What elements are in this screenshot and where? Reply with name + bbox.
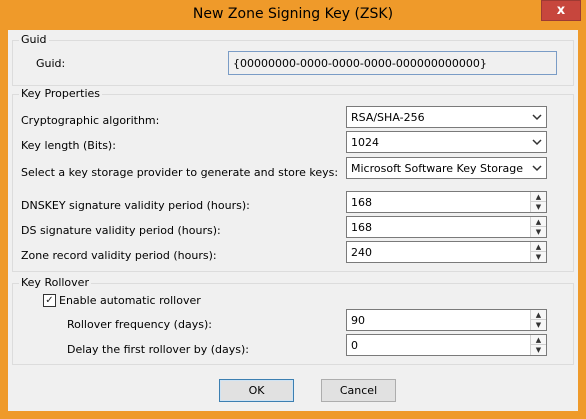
spin-down-icon[interactable]: ▼ [531,345,546,355]
chevron-down-icon [532,114,542,121]
spin-down-icon[interactable]: ▼ [531,320,546,330]
rollover-frequency-value: 90 [351,314,365,327]
guid-label: Guid: [36,57,66,70]
frequency-spin-buttons: ▲ ▼ [530,310,546,330]
zone-validity-label: Zone record validity period (hours): [21,249,217,262]
ds-validity-label: DS signature validity period (hours): [21,224,221,237]
spin-up-icon[interactable]: ▲ [531,192,546,202]
zone-validity-value: 240 [351,246,372,259]
key-rollover-label: Key Rollover [19,276,91,289]
rollover-frequency-label: Rollover frequency (days): [67,318,212,331]
checkmark-icon: ✓ [45,295,54,306]
ok-button[interactable]: OK [219,379,294,402]
ds-spin-buttons: ▲ ▼ [530,217,546,237]
provider-label: Select a key storage provider to generat… [21,166,339,179]
rollover-delay-label: Delay the first rollover by (days): [67,343,249,356]
zone-spin-buttons: ▲ ▼ [530,242,546,262]
key-length-select[interactable]: 1024 [346,131,547,153]
guid-value: {00000000-0000-0000-0000-000000000000} [233,57,487,70]
guid-group-label: Guid [19,33,49,46]
guid-field[interactable]: {00000000-0000-0000-0000-000000000000} [228,51,557,75]
close-icon: x [556,3,566,18]
guid-group: Guid Guid: {00000000-0000-0000-0000-0000… [12,33,574,86]
ds-validity-spinner[interactable]: 168 ▲ ▼ [346,216,547,238]
rollover-delay-spinner[interactable]: 0 ▲ ▼ [346,334,547,356]
chevron-down-icon [532,165,542,172]
spin-up-icon[interactable]: ▲ [531,217,546,227]
provider-value: Microsoft Software Key Storage Prov [351,162,526,175]
key-properties-label: Key Properties [19,87,103,100]
algorithm-label: Cryptographic algorithm: [21,114,160,127]
rollover-frequency-spinner[interactable]: 90 ▲ ▼ [346,309,547,331]
dnskey-validity-label: DNSKEY signature validity period (hours)… [21,199,250,212]
dialog-client-area: Guid Guid: {00000000-0000-0000-0000-0000… [8,30,578,411]
dnskey-validity-spinner[interactable]: 168 ▲ ▼ [346,191,547,213]
dnskey-validity-value: 168 [351,196,372,209]
delay-spin-buttons: ▲ ▼ [530,335,546,355]
key-length-value: 1024 [351,136,379,149]
key-length-label: Key length (Bits): [21,139,116,152]
spin-up-icon[interactable]: ▲ [531,335,546,345]
enable-rollover-checkbox[interactable]: ✓ [43,294,56,307]
algorithm-value: RSA/SHA-256 [351,111,425,124]
key-rollover-group: Key Rollover ✓ Enable automatic rollover… [12,276,574,365]
spin-up-icon[interactable]: ▲ [531,242,546,252]
spin-up-icon[interactable]: ▲ [531,310,546,320]
algorithm-select[interactable]: RSA/SHA-256 [346,106,547,128]
enable-rollover-label[interactable]: Enable automatic rollover [59,294,201,307]
dnskey-spin-buttons: ▲ ▼ [530,192,546,212]
zone-validity-spinner[interactable]: 240 ▲ ▼ [346,241,547,263]
provider-select[interactable]: Microsoft Software Key Storage Prov [346,157,547,179]
title-bar[interactable]: New Zone Signing Key (ZSK) x [0,0,586,30]
spin-down-icon[interactable]: ▼ [531,227,546,237]
window-title: New Zone Signing Key (ZSK) [192,6,394,22]
chevron-down-icon [532,139,542,146]
rollover-delay-value: 0 [351,339,358,352]
cancel-button[interactable]: Cancel [321,379,396,402]
key-properties-group: Key Properties Cryptographic algorithm: … [12,87,574,272]
dialog-window: New Zone Signing Key (ZSK) x Guid Guid: … [0,0,586,419]
close-button[interactable]: x [541,0,581,21]
spin-down-icon[interactable]: ▼ [531,252,546,262]
spin-down-icon[interactable]: ▼ [531,202,546,212]
ds-validity-value: 168 [351,221,372,234]
